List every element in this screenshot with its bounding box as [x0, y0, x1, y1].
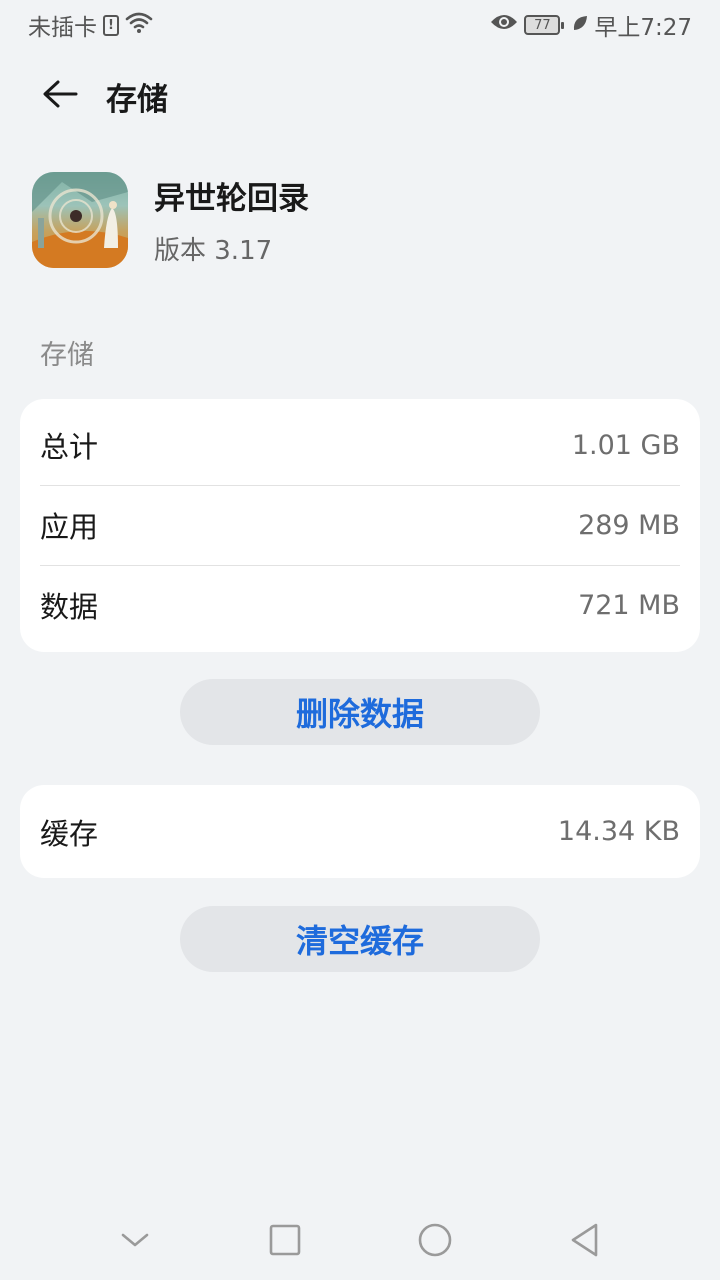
sim-alert-icon: ! [103, 14, 119, 36]
collapse-chevron-icon [120, 1231, 150, 1253]
back-triangle-icon [569, 1222, 601, 1262]
home-button[interactable] [405, 1212, 465, 1272]
battery-icon: 77 [524, 15, 565, 35]
status-left: 未插卡 ! [28, 8, 153, 42]
app-info: 异世轮回录 版本 3.17 [32, 172, 309, 268]
storage-card: 总计 1.01 GB 应用 289 MB 数据 721 MB [20, 399, 700, 652]
storage-section-label: 存储 [40, 340, 94, 371]
back-arrow-icon [42, 79, 78, 113]
storage-row-data: 数据 721 MB [40, 565, 680, 645]
app-name: 异世轮回录 [154, 181, 309, 217]
eye-comfort-icon [490, 12, 518, 38]
page-title: 存储 [106, 81, 168, 118]
storage-row-app: 应用 289 MB [40, 485, 680, 565]
row-label: 总计 [40, 430, 99, 464]
battery-level: 77 [534, 17, 551, 33]
cache-row: 缓存 14.34 KB [40, 785, 680, 878]
power-saving-leaf-icon [572, 12, 588, 38]
status-right: 77 早上7:27 [490, 8, 692, 42]
status-bar: 未插卡 ! 77 早上7:27 [0, 0, 720, 50]
nav-back-button[interactable] [555, 1212, 615, 1272]
row-label: 数据 [40, 590, 99, 624]
collapse-button[interactable] [105, 1212, 165, 1272]
clear-cache-button[interactable]: 清空缓存 [180, 906, 540, 972]
row-value: 289 MB [578, 509, 680, 541]
wifi-icon [125, 10, 153, 40]
storage-row-total: 总计 1.01 GB [40, 405, 680, 485]
recent-apps-button[interactable] [255, 1212, 315, 1272]
clock-text: 早上7:27 [594, 15, 692, 41]
cache-value: 14.34 KB [557, 816, 680, 847]
cache-label: 缓存 [40, 816, 99, 851]
app-icon [32, 172, 128, 268]
home-icon [417, 1222, 453, 1262]
cache-card: 缓存 14.34 KB [20, 785, 700, 878]
app-bar: 存储 [0, 60, 720, 132]
row-value: 1.01 GB [571, 429, 680, 461]
app-version: 版本 3.17 [154, 236, 273, 266]
back-button[interactable] [28, 64, 92, 128]
carrier-text: 未插卡 [28, 15, 97, 41]
row-value: 721 MB [578, 589, 680, 621]
system-nav-bar [0, 1204, 720, 1280]
app-text: 异世轮回录 版本 3.17 [154, 173, 309, 267]
delete-data-button[interactable]: 删除数据 [180, 679, 540, 745]
recent-apps-icon [269, 1224, 301, 1260]
row-label: 应用 [40, 510, 99, 544]
